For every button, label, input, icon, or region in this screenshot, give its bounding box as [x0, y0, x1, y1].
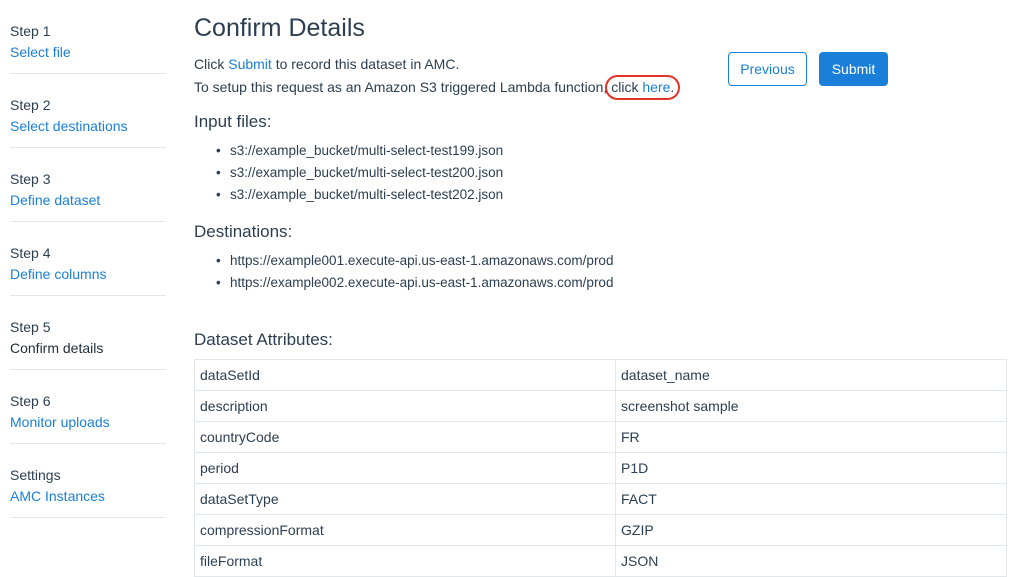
- step-number: Step 3: [10, 171, 51, 187]
- submit-button[interactable]: Submit: [819, 52, 888, 86]
- attribute-key: countryCode: [194, 421, 616, 453]
- sidebar-link-amc-instances[interactable]: AMC Instances: [10, 485, 166, 507]
- sidebar-link-define-dataset[interactable]: Define dataset: [10, 189, 166, 211]
- lambda-here-link[interactable]: here: [642, 79, 670, 95]
- step-number: Step 6: [10, 393, 51, 409]
- settings-heading: Settings: [10, 467, 61, 483]
- step-number: Step 4: [10, 245, 51, 261]
- attribute-value: GZIP: [615, 514, 1007, 546]
- destinations-list: https://example001.execute-api.us-east-1…: [216, 250, 613, 294]
- attribute-key: period: [194, 452, 616, 484]
- dataset-attributes-heading: Dataset Attributes:: [194, 330, 333, 349]
- sidebar-step-2: Step 2 Select destinations: [10, 74, 166, 148]
- attribute-key: fileFormat: [194, 545, 616, 577]
- table-row: dataSetType FACT: [194, 483, 1007, 515]
- table-row: description screenshot sample: [194, 390, 1007, 422]
- sidebar-link-monitor-uploads[interactable]: Monitor uploads: [10, 411, 166, 433]
- attribute-value: P1D: [615, 452, 1007, 484]
- sidebar-step-3: Step 3 Define dataset: [10, 148, 166, 222]
- highlight-circle: click here.: [605, 75, 681, 100]
- table-row: compressionFormat GZIP: [194, 514, 1007, 546]
- sidebar-step-1: Step 1 Select file: [10, 0, 166, 74]
- previous-button[interactable]: Previous: [728, 52, 807, 86]
- step-number: Step 1: [10, 23, 51, 39]
- destination-item: https://example002.execute-api.us-east-1…: [216, 272, 613, 294]
- input-file-item: s3://example_bucket/multi-select-test199…: [216, 140, 503, 162]
- sidebar-current-confirm-details: Confirm details: [10, 340, 104, 356]
- intro-line1-prefix: Click: [194, 56, 229, 72]
- table-row: dataSetId dataset_name: [194, 359, 1007, 391]
- table-row: fileFormat JSON: [194, 545, 1007, 577]
- attribute-value: dataset_name: [615, 359, 1007, 391]
- attribute-value: screenshot sample: [615, 390, 1007, 422]
- sidebar-step-4: Step 4 Define columns: [10, 222, 166, 296]
- submit-inline-link[interactable]: Submit: [228, 56, 272, 72]
- sidebar-link-select-destinations[interactable]: Select destinations: [10, 115, 166, 137]
- wizard-sidebar: Step 1 Select file Step 2 Select destina…: [10, 0, 166, 518]
- step-number: Step 2: [10, 97, 51, 113]
- attribute-value: FACT: [615, 483, 1007, 515]
- intro-line2-prefix: To setup this request as an Amazon S3 tr…: [194, 79, 608, 95]
- sidebar-step-5: Step 5 Confirm details: [10, 296, 166, 370]
- sidebar-link-define-columns[interactable]: Define columns: [10, 263, 166, 285]
- destinations-heading: Destinations:: [194, 222, 293, 241]
- sidebar-step-6: Step 6 Monitor uploads: [10, 370, 166, 444]
- attribute-key: dataSetId: [194, 359, 616, 391]
- intro-line2-click: click: [611, 79, 643, 95]
- page-title: Confirm Details: [194, 14, 365, 42]
- intro-line1-suffix: to record this dataset in AMC.: [271, 56, 460, 72]
- attribute-value: FR: [615, 421, 1007, 453]
- table-row: countryCode FR: [194, 421, 1007, 453]
- intro-line2-period: .: [670, 79, 675, 95]
- step-number: Step 5: [10, 319, 51, 335]
- input-file-item: s3://example_bucket/multi-select-test202…: [216, 184, 503, 206]
- input-file-item: s3://example_bucket/multi-select-test200…: [216, 162, 503, 184]
- attribute-key: description: [194, 390, 616, 422]
- attribute-key: dataSetType: [194, 483, 616, 515]
- input-files-heading: Input files:: [194, 112, 272, 131]
- input-files-list: s3://example_bucket/multi-select-test199…: [216, 140, 503, 206]
- attribute-value: JSON: [615, 545, 1007, 577]
- sidebar-link-select-file[interactable]: Select file: [10, 41, 166, 63]
- destination-item: https://example001.execute-api.us-east-1…: [216, 250, 613, 272]
- sidebar-settings: Settings AMC Instances: [10, 444, 166, 518]
- table-row: period P1D: [194, 452, 1007, 484]
- intro-text: Click Submit to record this dataset in A…: [194, 54, 681, 100]
- attribute-key: compressionFormat: [194, 514, 616, 546]
- dataset-attributes-table: dataSetId dataset_name description scree…: [194, 359, 1007, 577]
